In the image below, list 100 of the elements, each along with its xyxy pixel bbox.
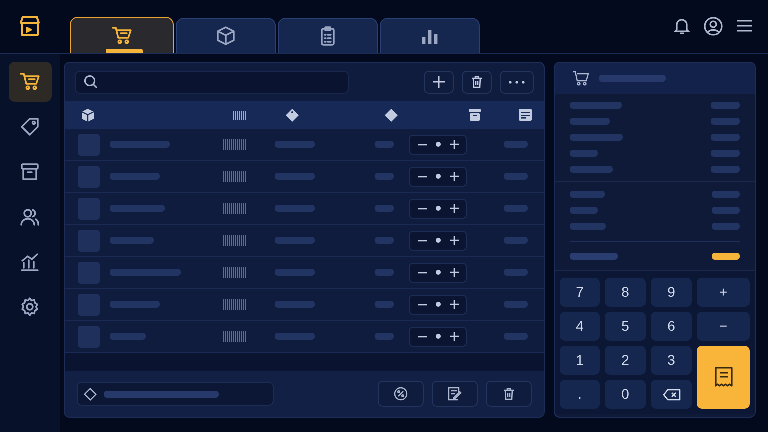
quantity-stepper[interactable] [409, 134, 467, 154]
edit-button[interactable] [432, 381, 478, 407]
dot-icon [436, 174, 440, 179]
placeholder-bar [712, 207, 740, 214]
checkout-button[interactable] [697, 346, 750, 409]
percent-icon [394, 387, 408, 401]
barcode-icon [223, 235, 247, 246]
placeholder-bar [375, 333, 394, 340]
plus-icon[interactable] [450, 236, 458, 245]
key[interactable]: 9 [651, 278, 692, 307]
placeholder-bar [504, 205, 528, 212]
sidebar-item[interactable] [8, 62, 52, 102]
quantity-stepper[interactable] [409, 166, 467, 186]
key[interactable]: + [697, 278, 750, 307]
placeholder-bar [504, 301, 528, 308]
placeholder-bar [570, 207, 598, 214]
quantity-stepper[interactable] [409, 294, 467, 314]
barcode-icon [223, 139, 247, 150]
key[interactable]: 2 [605, 346, 646, 375]
dot-icon [436, 238, 440, 243]
barcode-icon [223, 299, 247, 310]
placeholder-bar [711, 118, 740, 125]
placeholder-bar [375, 269, 394, 276]
placeholder-bar [375, 141, 394, 148]
key[interactable]: 7 [560, 278, 600, 307]
placeholder-bar [712, 191, 740, 198]
cart-icon [573, 71, 589, 86]
placeholder-bar [275, 173, 315, 180]
menu-icon[interactable] [737, 20, 752, 32]
cart-icon [20, 72, 40, 92]
placeholder-bar [110, 173, 160, 180]
user-icon[interactable] [704, 16, 723, 36]
placeholder-bar [599, 75, 666, 82]
barcode-icon [223, 331, 247, 342]
placeholder-bar [504, 237, 528, 244]
placeholder-bar [275, 333, 315, 340]
bell-icon[interactable] [674, 18, 690, 34]
placeholder-bar [570, 134, 623, 141]
quantity-stepper[interactable] [409, 198, 467, 218]
search-field[interactable] [75, 70, 349, 94]
tab[interactable] [380, 18, 480, 53]
plus-icon[interactable] [450, 204, 458, 213]
discount-button[interactable] [378, 381, 424, 407]
quantity-stepper[interactable] [409, 326, 467, 346]
tag-icon [286, 108, 299, 122]
users-icon [20, 207, 40, 227]
total-bar [712, 252, 740, 260]
plus-icon[interactable] [450, 332, 458, 341]
plus-icon[interactable] [450, 300, 458, 309]
more-icon [509, 80, 525, 84]
key[interactable]: 6 [651, 312, 692, 341]
placeholder-bar [711, 102, 740, 109]
placeholder-bar [570, 150, 598, 157]
placeholder-bar [275, 237, 315, 244]
coupon-field[interactable] [77, 382, 274, 406]
tab[interactable] [278, 18, 378, 53]
dot-icon [436, 142, 440, 147]
minus-icon[interactable] [418, 304, 426, 306]
product-thumbnail [78, 262, 100, 284]
backspace-key[interactable] [651, 380, 692, 409]
product-thumbnail [78, 198, 100, 220]
backspace-icon [662, 388, 680, 400]
archive-icon [20, 162, 40, 182]
key[interactable]: 4 [560, 312, 600, 341]
add-button[interactable] [424, 70, 454, 94]
minus-icon[interactable] [418, 176, 426, 178]
tag-icon [385, 108, 398, 122]
key[interactable]: 3 [651, 346, 692, 375]
dot-icon [436, 206, 440, 211]
box-icon [216, 26, 236, 46]
tab[interactable] [176, 18, 276, 53]
dot-icon [436, 270, 440, 275]
quantity-stepper[interactable] [409, 230, 467, 250]
placeholder-bar [275, 269, 315, 276]
key[interactable]: 1 [560, 346, 600, 375]
minus-icon[interactable] [418, 272, 426, 274]
key[interactable]: 8 [605, 278, 646, 307]
quantity-stepper[interactable] [409, 262, 467, 282]
key[interactable]: 0 [605, 380, 646, 409]
more-button[interactable] [500, 70, 534, 94]
placeholder-bar [711, 166, 740, 173]
key[interactable]: 5 [605, 312, 646, 341]
placeholder-bar [375, 173, 394, 180]
tab[interactable] [70, 17, 174, 53]
placeholder-bar [712, 223, 740, 230]
clipboard-icon [318, 26, 338, 46]
placeholder-bar [504, 173, 528, 180]
delete-button[interactable] [486, 381, 532, 407]
minus-icon[interactable] [418, 144, 426, 146]
placeholder-bar [570, 223, 606, 230]
plus-icon[interactable] [450, 268, 458, 277]
plus-icon[interactable] [450, 172, 458, 181]
key[interactable]: − [697, 312, 750, 341]
minus-icon[interactable] [418, 336, 426, 338]
key[interactable]: . [560, 380, 600, 409]
plus-icon[interactable] [450, 140, 458, 149]
minus-icon[interactable] [418, 208, 426, 210]
delete-button[interactable] [462, 70, 492, 94]
minus-icon[interactable] [418, 240, 426, 242]
product-thumbnail [78, 166, 100, 188]
